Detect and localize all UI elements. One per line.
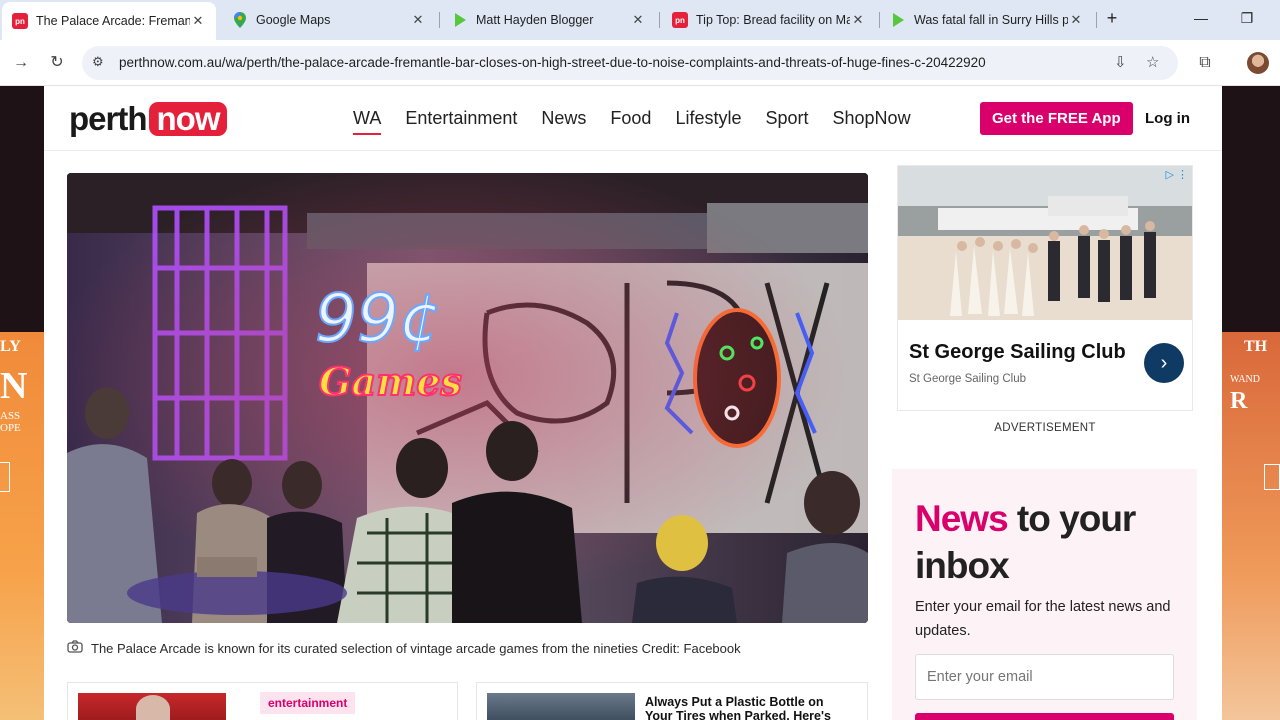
web-page: LY N ASS OPE TH WAND R perth now WA Ente… [0,86,1280,720]
perthnow-favicon-icon: pn [12,13,28,29]
right-skin-ad[interactable]: TH WAND R [1222,332,1280,720]
nav-item-news[interactable]: News [541,108,586,129]
nav-item-lifestyle[interactable]: Lifestyle [675,108,741,129]
tab-google-maps[interactable]: Google Maps ✕ [222,0,436,40]
category-tag[interactable]: entertainment [260,692,356,714]
bookmark-star-icon[interactable]: ☆ [1146,53,1159,71]
play-icon [452,12,468,28]
newsletter-heading: News to your inbox [915,498,1136,586]
minimize-icon[interactable]: — [1191,10,1211,26]
tab-matt-hayden[interactable]: Matt Hayden Blogger ✕ [442,0,656,40]
card-title[interactable]: Always Put a Plastic Bottle on Your Tire… [645,695,845,720]
tab-surry-hills[interactable]: Was fatal fall in Surry Hills p ✕ [880,0,1094,40]
perthnow-favicon-icon: pn [672,12,688,28]
image-caption: The Palace Arcade is known for its curat… [67,640,741,656]
adchoices-icon[interactable]: ▷ ⋮ [1165,168,1188,181]
restore-icon[interactable]: ❐ [1237,10,1257,27]
close-tab-icon[interactable]: ✕ [190,13,206,29]
hero-image[interactable]: 99¢ Games [67,173,868,623]
extensions-icon[interactable]: ⧉ [1194,52,1216,74]
subscribe-button[interactable] [915,713,1174,720]
related-card[interactable]: entertainment [67,682,458,720]
forward-icon[interactable]: → [10,52,32,74]
nav-item-food[interactable]: Food [610,108,651,129]
nav-item-shopnow[interactable]: ShopNow [833,108,911,129]
caption-text: The Palace Arcade is known for its curat… [91,640,741,656]
browser-toolbar: → ↻ ⚙ perthnow.com.au/wa/perth/the-palac… [0,40,1280,86]
url-text[interactable]: perthnow.com.au/wa/perth/the-palace-arca… [119,55,986,70]
tab-title: Matt Hayden Blogger [476,13,594,27]
profile-avatar[interactable] [1247,52,1269,74]
nav-item-wa[interactable]: WA [353,108,382,135]
email-input[interactable] [915,654,1174,700]
new-tab-icon[interactable]: + [1102,8,1122,29]
login-link[interactable]: Log in [1145,110,1190,127]
card-thumbnail[interactable] [487,693,635,720]
address-bar[interactable]: ⚙ perthnow.com.au/wa/perth/the-palace-ar… [82,46,1178,80]
get-app-button[interactable]: Get the FREE App [980,102,1133,135]
card-thumbnail[interactable] [78,693,226,720]
tab-title: Tip Top: Bread facility on Ma [696,13,850,27]
ad-subtitle[interactable]: St George Sailing Club [909,373,1026,385]
camera-icon [67,640,83,656]
tab-palace-arcade[interactable]: pn The Palace Arcade: Fremantl ✕ [2,2,216,40]
primary-nav: WA Entertainment News Food Lifestyle Spo… [353,108,911,135]
close-tab-icon[interactable]: ✕ [850,12,866,28]
close-tab-icon[interactable]: ✕ [1068,12,1084,28]
browser-tab-strip: pn The Palace Arcade: Fremantl ✕ Google … [0,0,1280,40]
reload-icon[interactable]: ↻ [46,52,68,74]
play-icon [890,12,906,28]
site-info-icon[interactable]: ⚙ [92,54,104,70]
neon-games-sign: Games [319,359,462,404]
maps-pin-icon [232,12,248,28]
newsletter-description: Enter your email for the latest news and… [915,599,1171,639]
advertisement-label: ADVERTISEMENT [994,422,1096,434]
related-card[interactable]: Always Put a Plastic Bottle on Your Tire… [476,682,868,720]
site-header: perth now WA Entertainment News Food Lif… [44,86,1222,151]
tab-title: Was fatal fall in Surry Hills p [914,13,1068,27]
close-tab-icon[interactable]: ✕ [630,12,646,28]
nav-item-entertainment[interactable]: Entertainment [405,108,517,129]
ad-image[interactable] [898,166,1192,320]
install-app-icon[interactable]: ⇩ [1114,53,1127,71]
ad-title[interactable]: St George Sailing Club [909,341,1126,364]
left-skin-ad[interactable]: LY N ASS OPE [0,332,44,720]
tab-title: Google Maps [256,13,331,27]
sidebar-advertisement[interactable]: ▷ ⋮ St George Sailing Club St George Sai… [897,165,1193,411]
main-content: perth now WA Entertainment News Food Lif… [44,86,1222,720]
neon-99-sign: 99¢ [315,280,441,357]
tab-title: The Palace Arcade: Fremantl [36,14,190,28]
nav-item-sport[interactable]: Sport [765,108,808,129]
close-tab-icon[interactable]: ✕ [410,12,426,28]
chevron-right-icon[interactable]: › [1144,343,1184,383]
tab-tip-top[interactable]: pn Tip Top: Bread facility on Ma ✕ [662,0,876,40]
perthnow-logo[interactable]: perth now [69,100,228,138]
newsletter-signup: News to your inbox Enter your email for … [892,469,1197,720]
